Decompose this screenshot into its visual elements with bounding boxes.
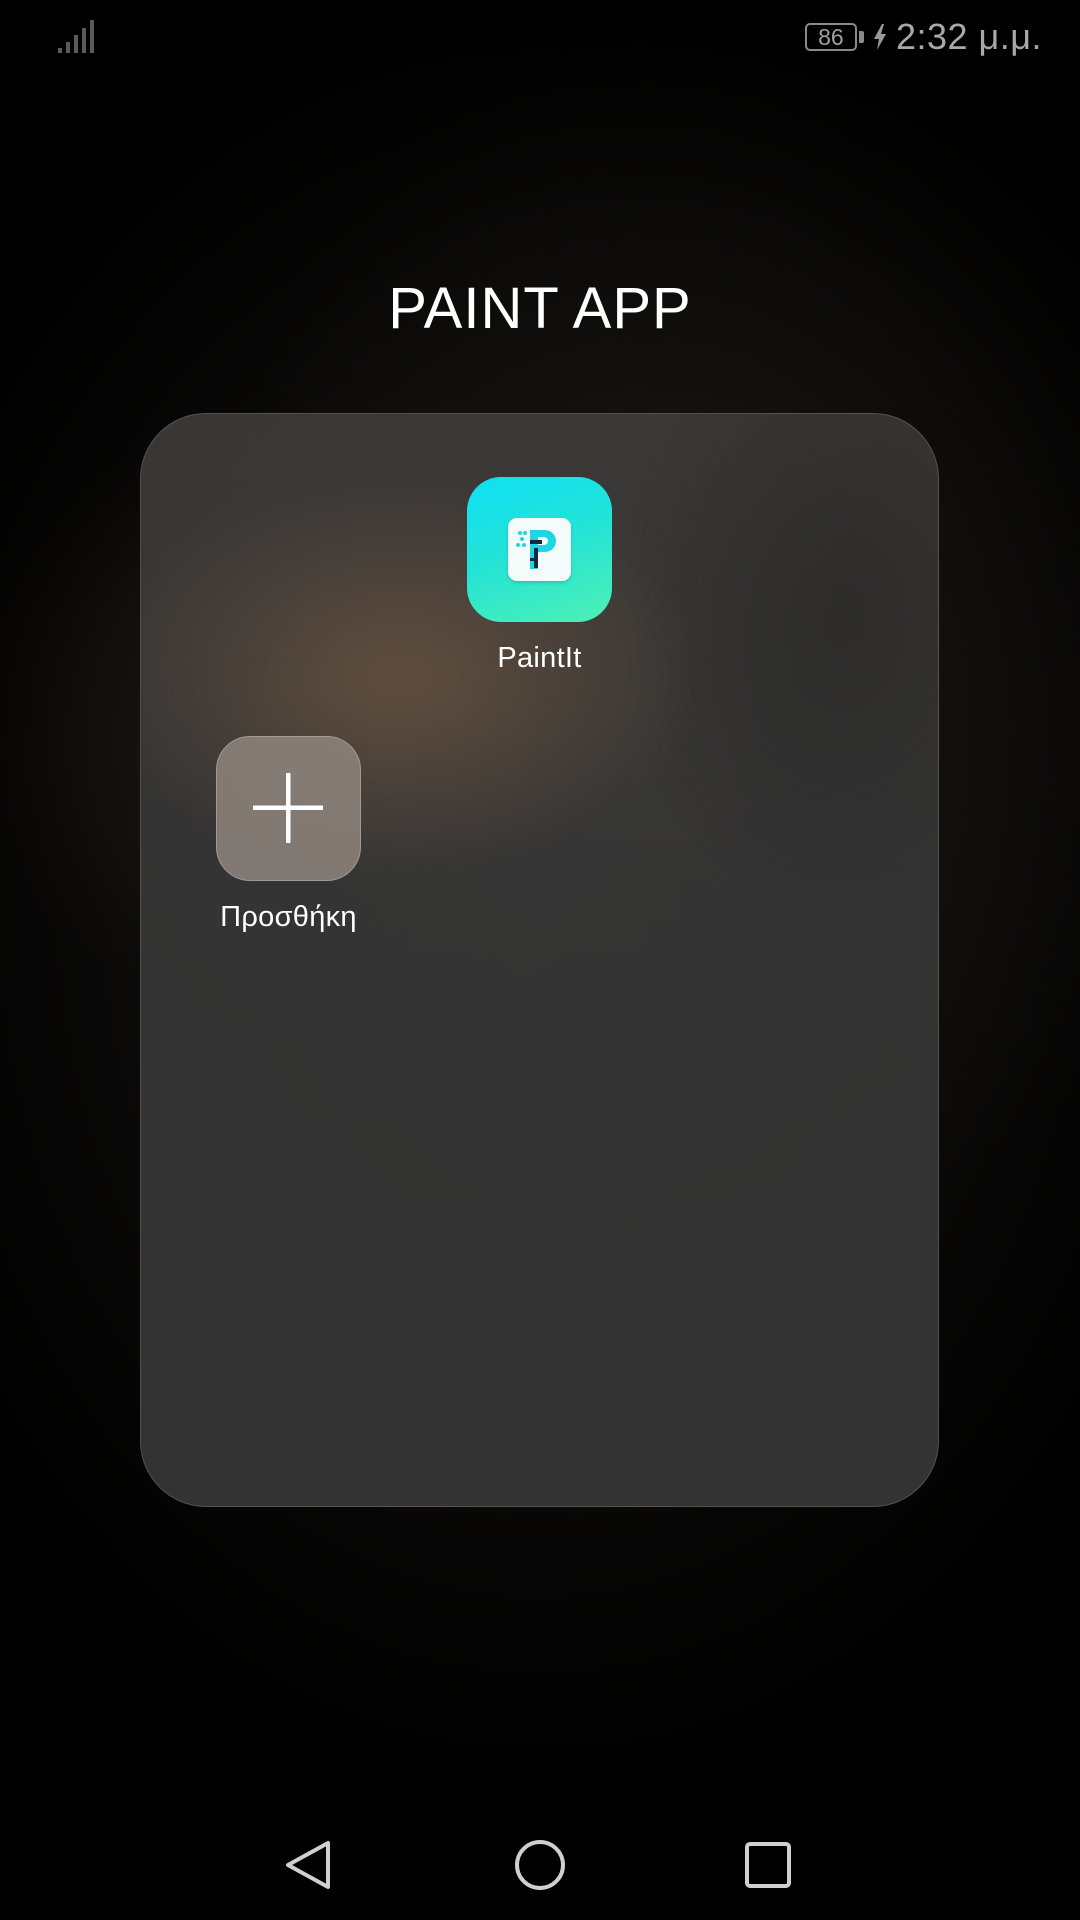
app-label-add: Προσθήκη: [220, 901, 357, 933]
folder-title[interactable]: PAINT APP: [0, 275, 1080, 342]
home-screen-folder-view: 86 2:32 μ.μ. PAINT APP PaintIt Προσθήκη: [0, 0, 1080, 1920]
app-paintit[interactable]: PaintIt: [467, 477, 612, 675]
battery-tip: [858, 31, 864, 43]
status-bar: 86 2:32 μ.μ.: [0, 0, 1080, 72]
app-label-paintit: PaintIt: [497, 642, 582, 674]
navigation-bar: [0, 1800, 1080, 1920]
lightning-bolt-icon: [873, 24, 886, 50]
signal-bars-icon: [58, 20, 94, 53]
back-triangle-icon[interactable]: [280, 1835, 340, 1895]
battery-indicator: 86: [804, 23, 857, 51]
add-app-tile[interactable]: [216, 736, 361, 881]
status-right-group: 86 2:32 μ.μ.: [804, 14, 1042, 60]
paintit-app-icon[interactable]: [467, 477, 612, 622]
status-clock: 2:32 μ.μ.: [895, 16, 1042, 57]
add-app-button[interactable]: Προσθήκη: [216, 736, 361, 934]
recents-square-icon[interactable]: [738, 1835, 798, 1895]
paintit-logo: [508, 518, 571, 581]
plus-icon: [253, 773, 323, 843]
home-circle-icon[interactable]: [510, 1835, 570, 1895]
